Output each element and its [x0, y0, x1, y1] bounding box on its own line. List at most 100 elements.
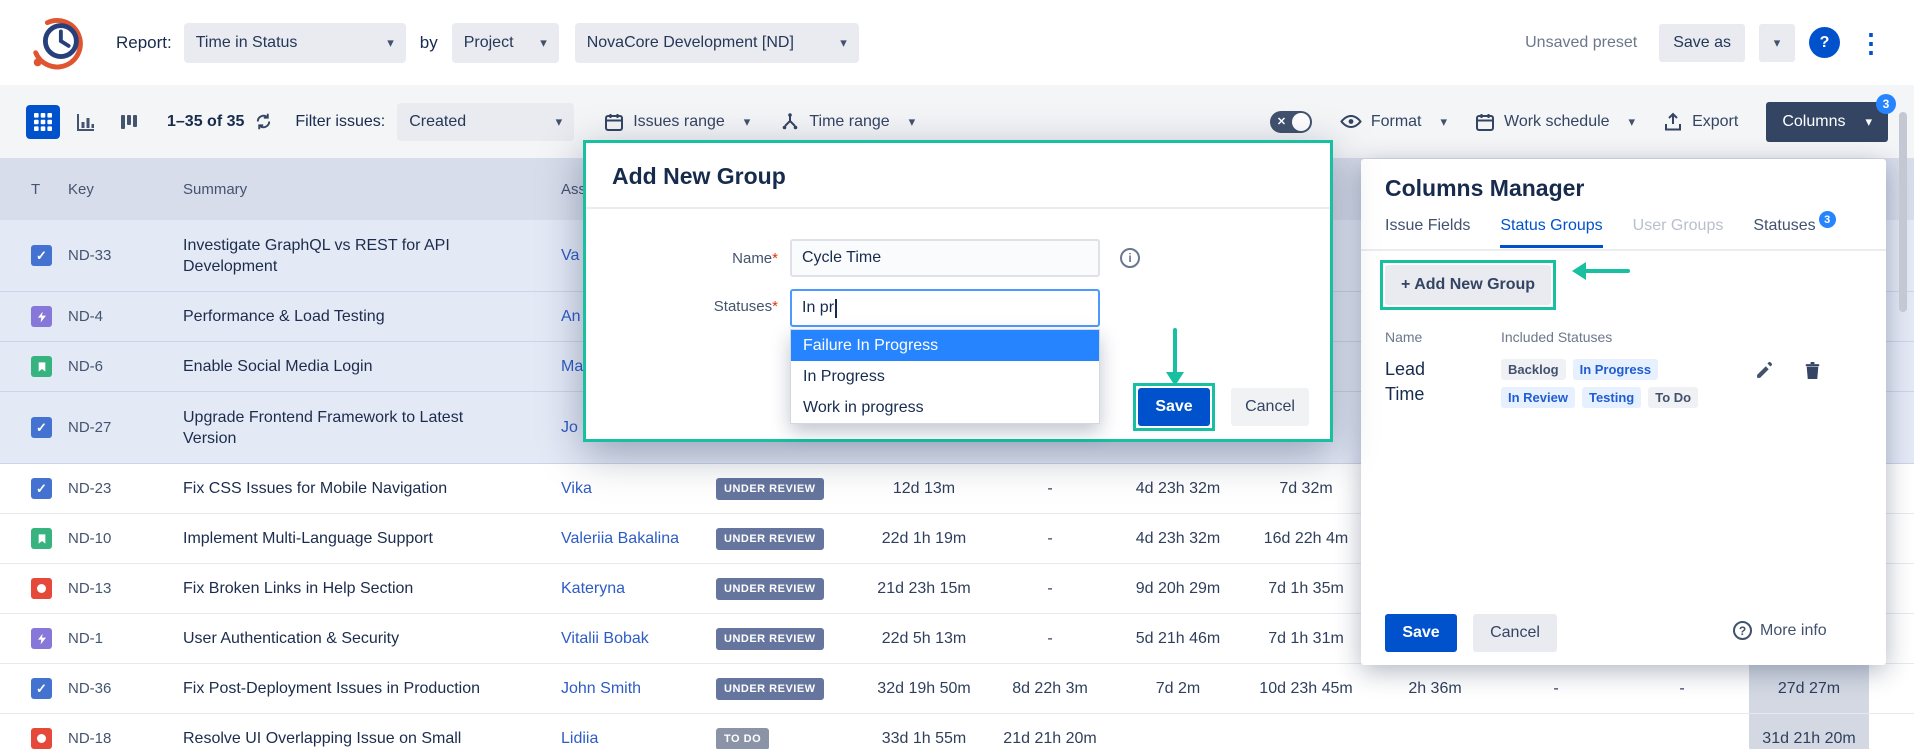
time-in-status-cell: [1246, 714, 1366, 749]
modal-save-wrap: Save: [1138, 388, 1210, 426]
issue-key[interactable]: ND-23: [68, 464, 178, 513]
text-cursor: [835, 299, 837, 318]
issue-summary[interactable]: Fix CSS Issues for Mobile Navigation: [183, 464, 513, 513]
board-view-button[interactable]: [112, 105, 146, 139]
issue-assignee[interactable]: Lidiia: [561, 714, 711, 749]
panel-cancel-button[interactable]: Cancel: [1473, 614, 1557, 652]
app-logo: [26, 12, 88, 74]
project-select[interactable]: NovaCore Development [ND] ▾: [575, 23, 859, 63]
format-control[interactable]: Format ▾: [1340, 113, 1447, 131]
issue-summary[interactable]: Fix Post-Deployment Issues in Production: [183, 664, 513, 713]
tab-issue-fields[interactable]: Issue Fields: [1385, 217, 1470, 248]
status-lozenge: Backlog: [1501, 359, 1566, 380]
issue-key[interactable]: ND-18: [68, 714, 178, 749]
by-label: by: [420, 33, 438, 53]
issue-key[interactable]: ND-13: [68, 564, 178, 613]
table-view-button[interactable]: [26, 105, 60, 139]
time-in-status-cell: 2h 36m: [1375, 664, 1495, 713]
issue-row-ND-18[interactable]: ND-18Resolve UI Overlapping Issue on Sma…: [0, 714, 1914, 749]
modal-cancel-button[interactable]: Cancel: [1231, 388, 1309, 426]
issue-assignee[interactable]: Kateryna: [561, 564, 711, 613]
issue-assignee[interactable]: Vika: [561, 464, 711, 513]
columns-button[interactable]: Columns ▾ 3: [1766, 102, 1888, 142]
add-new-group-button[interactable]: + Add New Group: [1385, 265, 1551, 305]
time-in-status-cell: 32d 19h 50m: [864, 664, 984, 713]
issue-summary[interactable]: Implement Multi-Language Support: [183, 514, 513, 563]
export-icon: [1663, 112, 1683, 132]
required-asterisk: *: [772, 298, 778, 315]
status-chip: UNDER REVIEW: [716, 578, 824, 600]
time-in-status-cell: -: [990, 464, 1110, 513]
clear-filters-toggle[interactable]: ✕: [1270, 111, 1312, 133]
issue-key[interactable]: ND-6: [68, 342, 178, 391]
modal-divider: [586, 207, 1330, 209]
tab-status-groups[interactable]: Status Groups: [1500, 217, 1602, 248]
bug-icon: [31, 578, 52, 599]
issue-status: UNDER REVIEW: [716, 464, 866, 513]
issue-row-ND-36[interactable]: ✓ND-36Fix Post-Deployment Issues in Prod…: [0, 664, 1914, 714]
issue-summary[interactable]: Investigate GraphQL vs REST for API Deve…: [183, 220, 513, 291]
issue-assignee[interactable]: John Smith: [561, 664, 711, 713]
time-in-status-cell: -: [990, 564, 1110, 613]
more-menu-button[interactable]: ⋮: [1854, 30, 1888, 56]
issue-key[interactable]: ND-36: [68, 664, 178, 713]
statuses-field-label: Statuses*: [586, 298, 778, 315]
issue-summary[interactable]: User Authentication & Security: [183, 614, 513, 663]
filter-field-select[interactable]: Created ▾: [397, 103, 574, 141]
panel-save-button[interactable]: Save: [1385, 614, 1457, 652]
column-header-summary[interactable]: Summary: [183, 158, 513, 220]
chevron-down-icon: ▾: [556, 114, 563, 130]
issue-key[interactable]: ND-10: [68, 514, 178, 563]
modal-save-button[interactable]: Save: [1138, 388, 1210, 426]
issue-key[interactable]: ND-4: [68, 292, 178, 341]
group-name-input[interactable]: Cycle Time: [790, 239, 1100, 277]
time-in-status-cell: 12d 13m: [864, 464, 984, 513]
issue-summary[interactable]: Resolve UI Overlapping Issue on Small: [183, 714, 513, 749]
dropdown-option[interactable]: Work in progress: [791, 392, 1099, 423]
dropdown-option[interactable]: In Progress: [791, 361, 1099, 392]
column-header-key[interactable]: Key: [68, 158, 178, 220]
more-info-link[interactable]: ? More info: [1733, 621, 1827, 640]
issue-summary[interactable]: Performance & Load Testing: [183, 292, 513, 341]
time-in-status-cell: 4d 23h 32m: [1118, 464, 1238, 513]
issue-summary[interactable]: Fix Broken Links in Help Section: [183, 564, 513, 613]
time-range-control[interactable]: Time range ▾: [780, 112, 915, 132]
panel-tabs: Issue FieldsStatus GroupsUser GroupsStat…: [1385, 217, 1836, 248]
report-type-select[interactable]: Time in Status ▾: [184, 23, 406, 63]
issue-summary[interactable]: Enable Social Media Login: [183, 342, 513, 391]
export-control[interactable]: Export: [1663, 112, 1738, 132]
kebab-menu-icon: ⋮: [1858, 28, 1884, 58]
group-by-select[interactable]: Project ▾: [452, 23, 559, 63]
add-group-wrap: + Add New Group: [1385, 265, 1551, 305]
edit-group-button[interactable]: [1755, 361, 1774, 380]
column-header-type[interactable]: T: [31, 158, 59, 220]
help-button[interactable]: ?: [1809, 27, 1840, 58]
issue-key[interactable]: ND-27: [68, 392, 178, 463]
issues-range-control[interactable]: Issues range ▾: [604, 112, 750, 132]
statuses-count-badge: 3: [1819, 211, 1836, 228]
chevron-down-icon: ▾: [1865, 114, 1872, 130]
app-header: Report: Time in Status ▾ by Project ▾ No…: [0, 0, 1914, 85]
issue-key[interactable]: ND-33: [68, 220, 178, 291]
refresh-button[interactable]: [254, 112, 273, 131]
tab-statuses[interactable]: Statuses3: [1753, 217, 1835, 248]
vertical-scrollbar[interactable]: [1899, 112, 1907, 312]
info-icon[interactable]: i: [1120, 248, 1140, 268]
refresh-icon: [254, 112, 273, 131]
task-icon: ✓: [31, 417, 52, 438]
work-schedule-control[interactable]: Work schedule ▾: [1475, 112, 1635, 132]
statuses-search-input[interactable]: In pr: [790, 289, 1100, 327]
issue-assignee[interactable]: Vitalii Bobak: [561, 614, 711, 663]
save-as-button[interactable]: Save as: [1659, 24, 1745, 62]
calendar-icon: [1475, 112, 1495, 132]
issue-summary[interactable]: Upgrade Frontend Framework to Latest Ver…: [183, 392, 513, 463]
edit-icon: [1755, 361, 1774, 380]
save-as-dropdown-button[interactable]: ▾: [1759, 24, 1795, 62]
issue-key[interactable]: ND-1: [68, 614, 178, 663]
chart-view-button[interactable]: [69, 105, 103, 139]
issue-assignee[interactable]: Valeriia Bakalina: [561, 514, 711, 563]
delete-group-button[interactable]: [1803, 361, 1822, 380]
story-icon: [31, 528, 52, 549]
dropdown-option[interactable]: Failure In Progress: [791, 330, 1099, 361]
bolt-icon: [31, 306, 52, 327]
